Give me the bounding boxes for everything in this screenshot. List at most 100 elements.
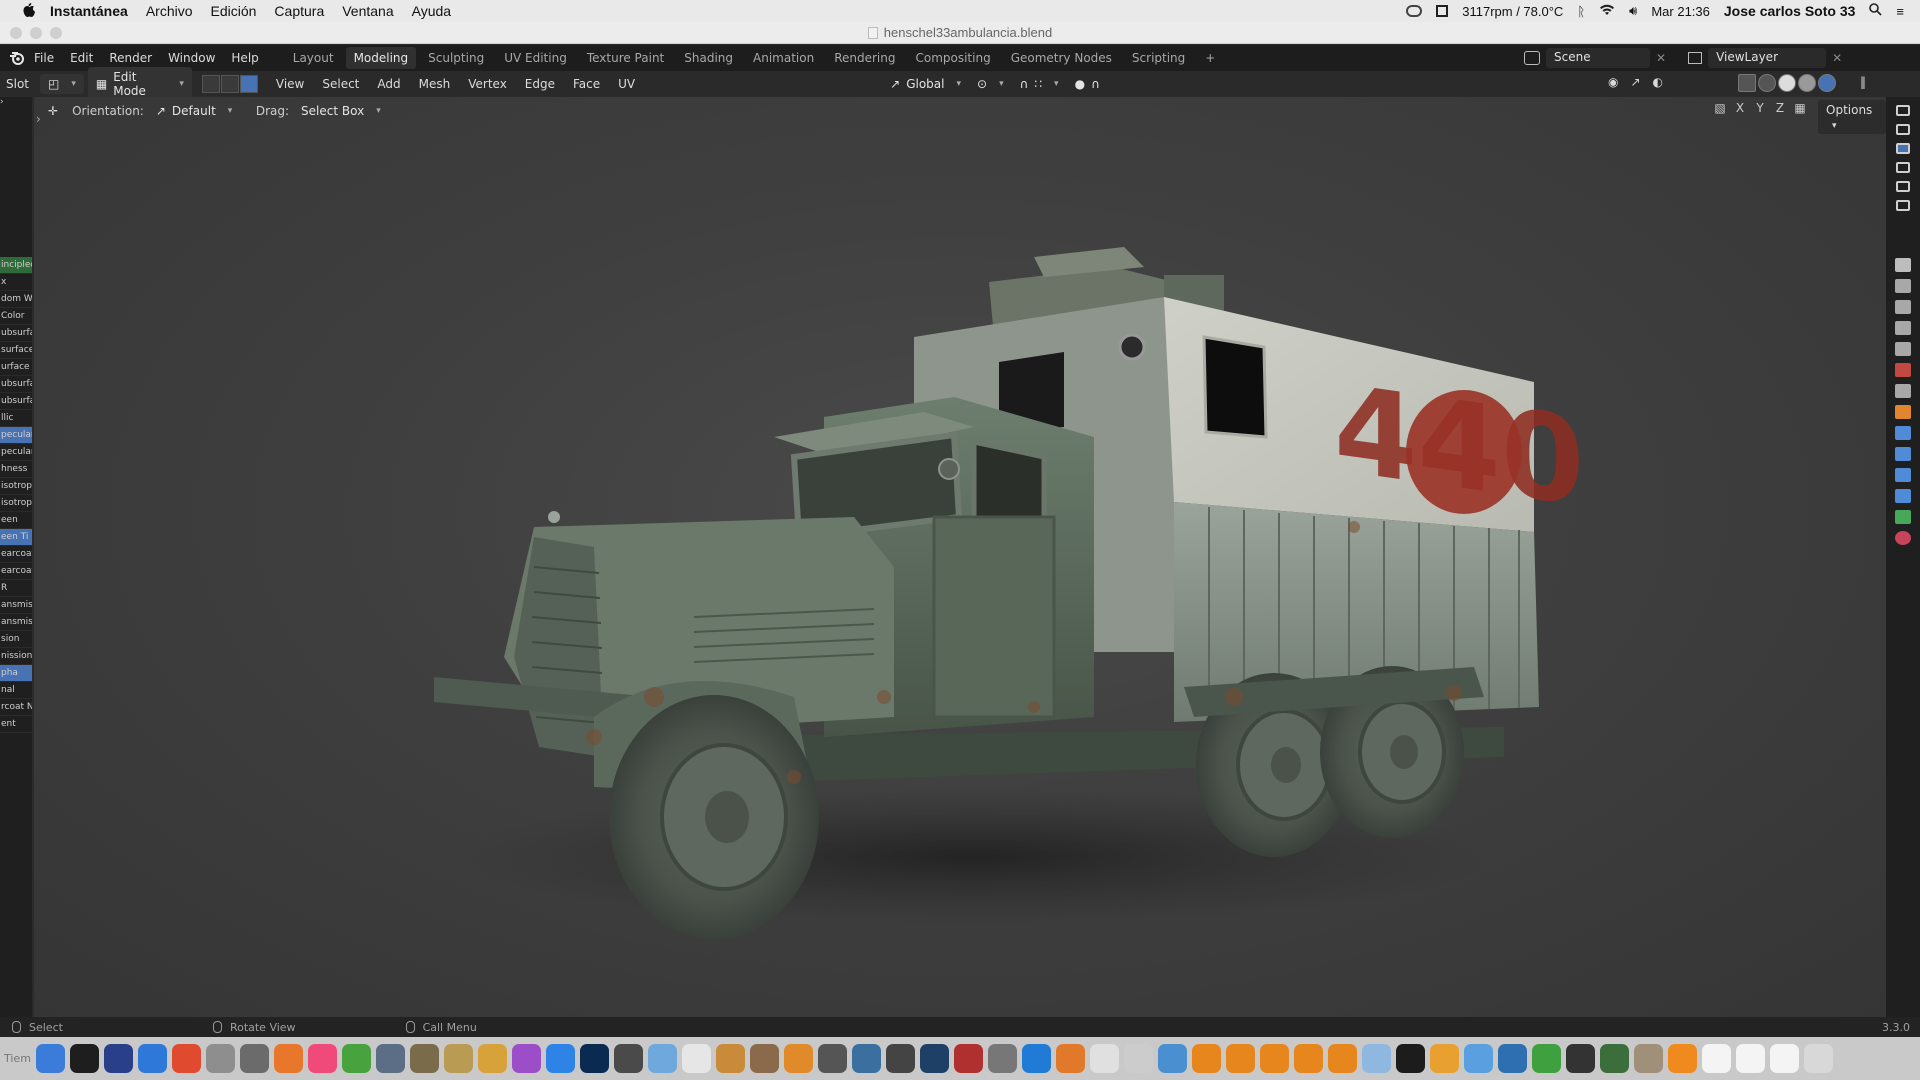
- shader-input-row[interactable]: earcoat: [0, 563, 32, 580]
- dock-app-icon[interactable]: [580, 1044, 609, 1073]
- shader-input-row[interactable]: earcoat: [0, 546, 32, 563]
- mirror-axis-z[interactable]: Z: [1772, 101, 1788, 119]
- dock-app-icon[interactable]: [818, 1044, 847, 1073]
- shader-input-row[interactable]: sion: [0, 631, 32, 648]
- menubar-ventana[interactable]: Ventana: [342, 3, 393, 19]
- rendered-shading-button[interactable]: [1818, 74, 1836, 92]
- dock-app-icon[interactable]: [70, 1044, 99, 1073]
- tab-animation[interactable]: Animation: [745, 47, 822, 69]
- shader-input-row[interactable]: rcoat N: [0, 699, 32, 716]
- dock-app-icon[interactable]: [206, 1044, 235, 1073]
- menubar-ayuda[interactable]: Ayuda: [412, 3, 451, 19]
- render-properties-icon[interactable]: [1895, 279, 1911, 293]
- shader-input-row[interactable]: incipled: [0, 257, 32, 274]
- menu-edit[interactable]: Edit: [70, 51, 93, 65]
- dock-app-icon[interactable]: [682, 1044, 711, 1073]
- dock-app-icon[interactable]: [1702, 1044, 1731, 1073]
- bluetooth-icon[interactable]: ᚱ: [1577, 4, 1585, 19]
- dock-app-icon[interactable]: [1056, 1044, 1085, 1073]
- apple-menu-icon[interactable]: [20, 2, 38, 20]
- dock-app-icon[interactable]: [444, 1044, 473, 1073]
- dock-app-icon[interactable]: [546, 1044, 575, 1073]
- shader-input-row[interactable]: ent: [0, 716, 32, 733]
- shader-input-row[interactable]: ubsurfa: [0, 376, 32, 393]
- xray-toggle-icon[interactable]: [1738, 74, 1756, 92]
- editor-type-dropdown[interactable]: ◰ ▾: [40, 74, 84, 94]
- dock-app-icon[interactable]: [308, 1044, 337, 1073]
- dock-app-icon[interactable]: [138, 1044, 167, 1073]
- dock-app-icon[interactable]: [1396, 1044, 1425, 1073]
- menu-file[interactable]: File: [34, 51, 54, 65]
- viewlayer-close-icon[interactable]: ✕: [1832, 51, 1842, 65]
- cpu-status-icon[interactable]: [1436, 5, 1449, 17]
- dock-app-icon[interactable]: [852, 1044, 881, 1073]
- mode-dropdown[interactable]: ▦ Edit Mode ▾: [87, 67, 192, 101]
- dock-app-icon[interactable]: [478, 1044, 507, 1073]
- shader-input-row[interactable]: urface C: [0, 359, 32, 376]
- dock-app-icon[interactable]: [1736, 1044, 1765, 1073]
- scene-pin-icon[interactable]: ✕: [1656, 51, 1666, 65]
- viewlayer-name-field[interactable]: ViewLayer: [1708, 48, 1827, 68]
- object-properties-icon[interactable]: [1895, 405, 1911, 419]
- volume-icon[interactable]: 🔊︎: [1629, 3, 1637, 19]
- dock-app-icon[interactable]: [1226, 1044, 1255, 1073]
- shader-input-row[interactable]: hness: [0, 461, 32, 478]
- menubar-user[interactable]: Jose carlos Soto 33: [1724, 3, 1856, 19]
- dock-app-icon[interactable]: [1124, 1044, 1153, 1073]
- creative-cloud-icon[interactable]: [1406, 5, 1423, 17]
- drag-dropdown[interactable]: Select Box ▾: [295, 102, 387, 120]
- dock-app-icon[interactable]: [410, 1044, 439, 1073]
- scene-name-field[interactable]: Scene: [1546, 48, 1650, 68]
- dock-app-icon[interactable]: [1464, 1044, 1493, 1073]
- tab-geometry-nodes[interactable]: Geometry Nodes: [1003, 47, 1120, 69]
- outliner-camera-icon-1[interactable]: [1896, 105, 1910, 116]
- dock-app-icon[interactable]: [750, 1044, 779, 1073]
- mirror-axis-y[interactable]: Y: [1752, 101, 1768, 119]
- tab-scripting[interactable]: Scripting: [1124, 47, 1193, 69]
- dock-app-icon[interactable]: [886, 1044, 915, 1073]
- material-properties-icon[interactable]: [1895, 531, 1911, 545]
- dock-app-icon[interactable]: [36, 1044, 65, 1073]
- tool-properties-icon[interactable]: [1895, 258, 1911, 272]
- header-menu-view[interactable]: View: [276, 77, 304, 91]
- dock-app-icon[interactable]: [1328, 1044, 1357, 1073]
- shader-input-row[interactable]: pecular: [0, 444, 32, 461]
- tab-compositing[interactable]: Compositing: [907, 47, 998, 69]
- tab-sculpting[interactable]: Sculpting: [420, 47, 492, 69]
- collection-properties-icon[interactable]: [1895, 384, 1911, 398]
- menubar-app-name[interactable]: Instantánea: [50, 3, 128, 19]
- transform-orientation-dropdown[interactable]: ↗ Global ▾: [882, 74, 969, 94]
- menu-render[interactable]: Render: [109, 51, 152, 65]
- shader-input-row[interactable]: Color: [0, 308, 32, 325]
- tab-uv-editing[interactable]: UV Editing: [496, 47, 575, 69]
- visibility-eye-icon[interactable]: ◉: [1608, 75, 1618, 89]
- dock-app-icon[interactable]: [1430, 1044, 1459, 1073]
- dock-app-icon[interactable]: [1532, 1044, 1561, 1073]
- tab-texture-paint[interactable]: Texture Paint: [579, 47, 672, 69]
- dock-app-icon[interactable]: [1566, 1044, 1595, 1073]
- tab-rendering[interactable]: Rendering: [826, 47, 903, 69]
- shader-input-row[interactable]: surface: [0, 342, 32, 359]
- dock-app-icon[interactable]: [1158, 1044, 1187, 1073]
- tab-shading[interactable]: Shading: [676, 47, 741, 69]
- dock-app-icon[interactable]: [1770, 1044, 1799, 1073]
- dock-app-icon[interactable]: [1260, 1044, 1289, 1073]
- zoom-window-button[interactable]: [50, 27, 62, 39]
- header-menu-uv[interactable]: UV: [618, 77, 635, 91]
- view-layer-properties-icon[interactable]: [1895, 321, 1911, 335]
- minimize-window-button[interactable]: [30, 27, 42, 39]
- dock-app-icon[interactable]: [988, 1044, 1017, 1073]
- viewlayer-icon[interactable]: [1688, 52, 1703, 64]
- add-workspace-button[interactable]: +: [1197, 47, 1223, 69]
- proportional-editing-dropdown[interactable]: ● ∩: [1067, 74, 1108, 94]
- solid-shading-button[interactable]: [1778, 74, 1796, 92]
- menubar-archivo[interactable]: Archivo: [146, 3, 193, 19]
- slot-label[interactable]: Slot: [0, 77, 32, 91]
- shader-input-row[interactable]: dom W: [0, 291, 32, 308]
- gizmo-icon[interactable]: ↗: [1630, 75, 1640, 89]
- material-preview-button[interactable]: [1798, 74, 1816, 92]
- header-menu-vertex[interactable]: Vertex: [468, 77, 507, 91]
- transform-tool-icon[interactable]: ✛: [48, 104, 58, 118]
- pivot-point-dropdown[interactable]: ⊙ ▾: [969, 74, 1012, 94]
- dock-app-icon[interactable]: [172, 1044, 201, 1073]
